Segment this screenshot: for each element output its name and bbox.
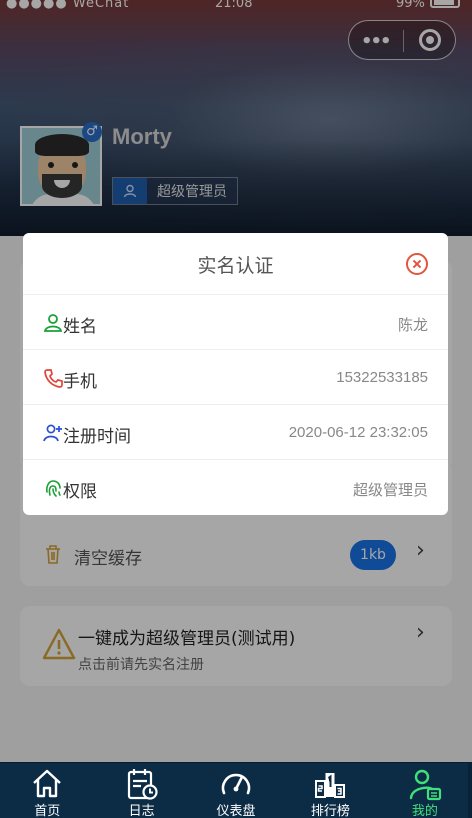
phone-label: 手机 <box>63 372 97 392</box>
user-add-icon <box>43 424 62 442</box>
tab-log[interactable]: 日志 <box>94 763 188 818</box>
info-row-phone: 手机 15322533185 <box>23 350 448 405</box>
name-value: 陈龙 <box>397 317 428 334</box>
home-icon <box>33 769 62 798</box>
phone-icon <box>44 369 63 388</box>
permission-value: 超级管理员 <box>352 482 428 499</box>
tab-dashboard[interactable]: 仪表盘 <box>189 763 283 818</box>
tab-dashboard-label: 仪表盘 <box>216 804 256 818</box>
modal-title: 实名认证 <box>197 255 274 277</box>
tab-home[interactable]: 首页 <box>0 763 94 818</box>
permission-label: 权限 <box>63 482 97 502</box>
info-row-permission: 权限 超级管理员 <box>23 460 448 515</box>
close-icon[interactable] <box>406 253 428 275</box>
tab-bar: 首页 日志 仪表盘 排行榜 我的 <box>0 762 472 818</box>
fingerprint-icon <box>46 480 61 497</box>
user-icon <box>43 314 63 332</box>
tab-ranking-label: 排行榜 <box>310 804 350 818</box>
profile-icon <box>409 769 441 801</box>
tab-ranking[interactable]: 排行榜 <box>283 763 377 818</box>
tab-profile-label: 我的 <box>411 804 438 818</box>
name-label: 姓名 <box>63 317 97 337</box>
ranking-icon <box>315 773 346 798</box>
log-icon <box>127 769 158 800</box>
register-time-label: 注册时间 <box>63 427 131 447</box>
tab-log-label: 日志 <box>128 804 155 818</box>
info-row-register-time: 注册时间 2020-06-12 23:32:05 <box>23 405 448 460</box>
tab-profile[interactable]: 我的 <box>378 763 472 818</box>
info-row-name: 姓名 陈龙 <box>23 295 448 350</box>
tab-home-label: 首页 <box>34 804 61 818</box>
modal-header: 实名认证 <box>23 233 448 295</box>
phone-value: 15322533185 <box>336 369 428 386</box>
dashboard-icon <box>221 773 251 795</box>
realname-modal: 实名认证 姓名 陈龙 手机 15322533185 注册时间 2020-06-1… <box>23 233 448 515</box>
register-time-value: 2020-06-12 23:32:05 <box>288 424 428 441</box>
